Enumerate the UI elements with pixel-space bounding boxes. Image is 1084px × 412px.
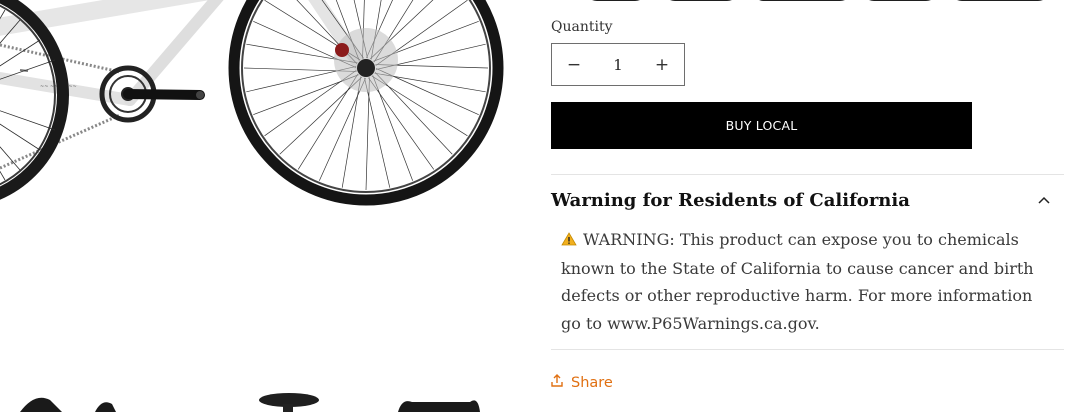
quantity-input[interactable]: 1 <box>596 56 640 74</box>
warning-text: WARNING: This product can expose you to … <box>561 230 1034 333</box>
thumbnail-strip[interactable] <box>20 393 480 412</box>
california-warning-content: WARNING: This product can expose you to … <box>561 226 1051 337</box>
buy-local-button[interactable]: BUY LOCAL <box>551 102 972 149</box>
share-button[interactable]: Share <box>551 374 613 391</box>
variant-option[interactable] <box>752 0 852 1</box>
bicycle-image[interactable]: ~~ ~~~ ~~~ <box>0 0 520 412</box>
share-icon <box>551 374 563 391</box>
divider <box>551 174 1064 175</box>
variant-option[interactable] <box>862 0 938 1</box>
quantity-decrement-button[interactable]: − <box>552 44 596 85</box>
divider <box>551 349 1064 350</box>
share-label: Share <box>571 374 613 391</box>
product-info-panel: Quantity − 1 + BUY LOCAL Warning for Res… <box>551 0 1064 412</box>
quantity-label: Quantity <box>551 19 613 35</box>
variant-option-selected[interactable] <box>585 0 647 1</box>
accordion-title: Warning for Residents of California <box>551 189 910 211</box>
quantity-increment-button[interactable]: + <box>640 44 684 85</box>
product-media-gallery: ~~ ~~~ ~~~ <box>0 0 520 412</box>
warning-icon <box>561 227 577 255</box>
california-warning-accordion-toggle[interactable]: Warning for Residents of California <box>551 186 1051 214</box>
chevron-up-icon <box>1037 193 1051 207</box>
quantity-stepper: − 1 + <box>551 43 685 86</box>
variant-option[interactable] <box>950 0 1050 1</box>
variant-option[interactable] <box>663 0 739 1</box>
